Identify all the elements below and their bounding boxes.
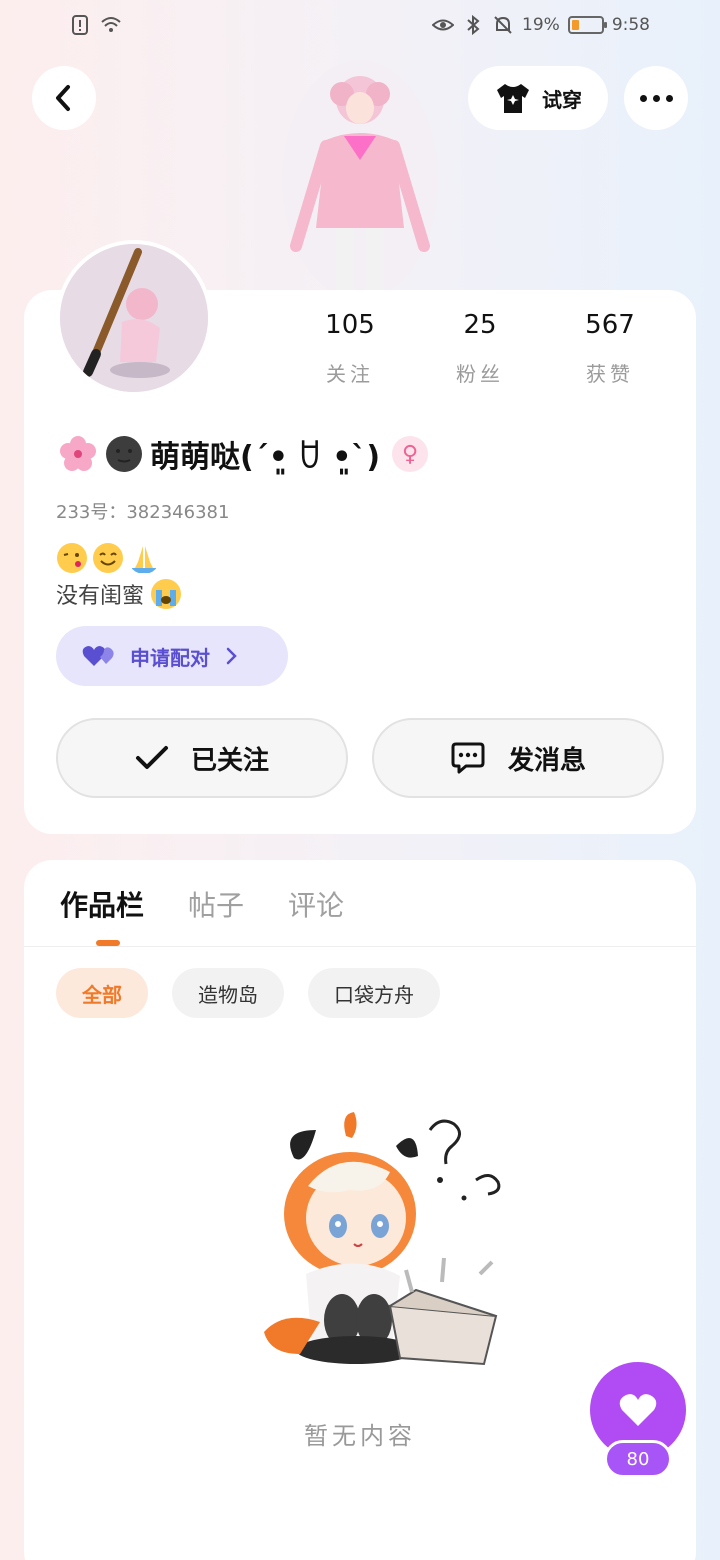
wifi-icon (101, 17, 121, 32)
tshirt-icon (497, 84, 529, 113)
like-count-badge: 80 (604, 1440, 672, 1478)
chat-bubble-icon (451, 742, 485, 774)
stat-value: 105 (325, 310, 375, 340)
stat-value: 25 (463, 310, 497, 340)
clock: 9:58 (611, 15, 650, 35)
status-bar: 19% 9:58 (0, 0, 720, 56)
pair-hearts-icon (82, 646, 114, 666)
user-id[interactable]: 233号：382346381 (56, 498, 229, 524)
try-on-label: 试穿 (542, 87, 582, 112)
followed-label: 已关注 (190, 745, 269, 776)
heart-icon (619, 1394, 657, 1426)
loudly-crying-face-icon (151, 579, 182, 609)
tab-posts[interactable]: 帖子 (188, 884, 244, 924)
request-pair-button[interactable]: 申请配对 (56, 626, 288, 686)
stat-label: 关注 (326, 362, 374, 386)
bio: 没有闺蜜 (56, 578, 182, 610)
mute-bell-icon (494, 16, 512, 34)
followed-button[interactable]: 已关注 (56, 718, 348, 798)
chip-pocket-ark[interactable]: 口袋方舟 (308, 968, 440, 1018)
kissing-face-icon (57, 543, 87, 573)
more-icon (639, 94, 673, 102)
female-icon: ♀ (392, 436, 429, 472)
dark-moon-face-icon (106, 436, 142, 472)
gender-symbol: ♀ (402, 441, 419, 467)
stat-following[interactable]: 105 关注 (290, 310, 410, 387)
stat-value: 567 (585, 310, 635, 340)
cherry-blossom-icon (60, 436, 96, 471)
pair-label: 申请配对 (130, 645, 210, 670)
check-icon (135, 746, 168, 769)
bio-text: 没有闺蜜 (56, 584, 145, 609)
alert-icon (72, 15, 88, 35)
chevron-right-icon (226, 647, 237, 665)
empty-state-illustration (264, 1112, 501, 1366)
battery-icon (567, 16, 607, 34)
back-button[interactable] (32, 66, 96, 130)
content-tabs: 作品栏 帖子 评论 (60, 884, 344, 924)
bio-emojis (56, 542, 160, 574)
chip-all[interactable]: 全部 (56, 968, 148, 1018)
bluetooth-icon (467, 14, 480, 36)
stat-label: 粉丝 (456, 362, 504, 386)
message-label: 发消息 (507, 745, 586, 776)
try-on-button[interactable]: 试穿 (468, 66, 608, 130)
stats-row: 105 关注 25 粉丝 567 获赞 (290, 310, 670, 387)
tab-comments[interactable]: 评论 (288, 884, 344, 924)
nickname: 萌萌哒(ˊ•͈ ꇴ •͈ˋ) (150, 440, 381, 475)
battery-percent: 19% (522, 15, 560, 35)
smiling-face-icon (93, 543, 123, 573)
stat-label: 获赞 (586, 362, 634, 386)
folded-hands-icon (132, 546, 156, 573)
avatar[interactable] (56, 240, 212, 396)
send-message-button[interactable]: 发消息 (372, 718, 664, 798)
tab-divider (24, 946, 696, 947)
more-button[interactable] (624, 66, 688, 130)
back-icon (56, 85, 70, 111)
stat-likes[interactable]: 567 获赞 (550, 310, 670, 387)
filter-chips: 全部 造物岛 口袋方舟 (56, 968, 440, 1018)
eye-icon (432, 19, 455, 31)
chip-creation-island[interactable]: 造物岛 (172, 968, 284, 1018)
name-row: 萌萌哒(ˊ•͈ ꇴ •͈ˋ) ♀ (58, 432, 429, 476)
tab-works[interactable]: 作品栏 (60, 884, 144, 924)
character-avatar-figure[interactable] (270, 60, 450, 292)
stat-fans[interactable]: 25 粉丝 (420, 310, 540, 387)
avatar-illustration (60, 244, 208, 392)
